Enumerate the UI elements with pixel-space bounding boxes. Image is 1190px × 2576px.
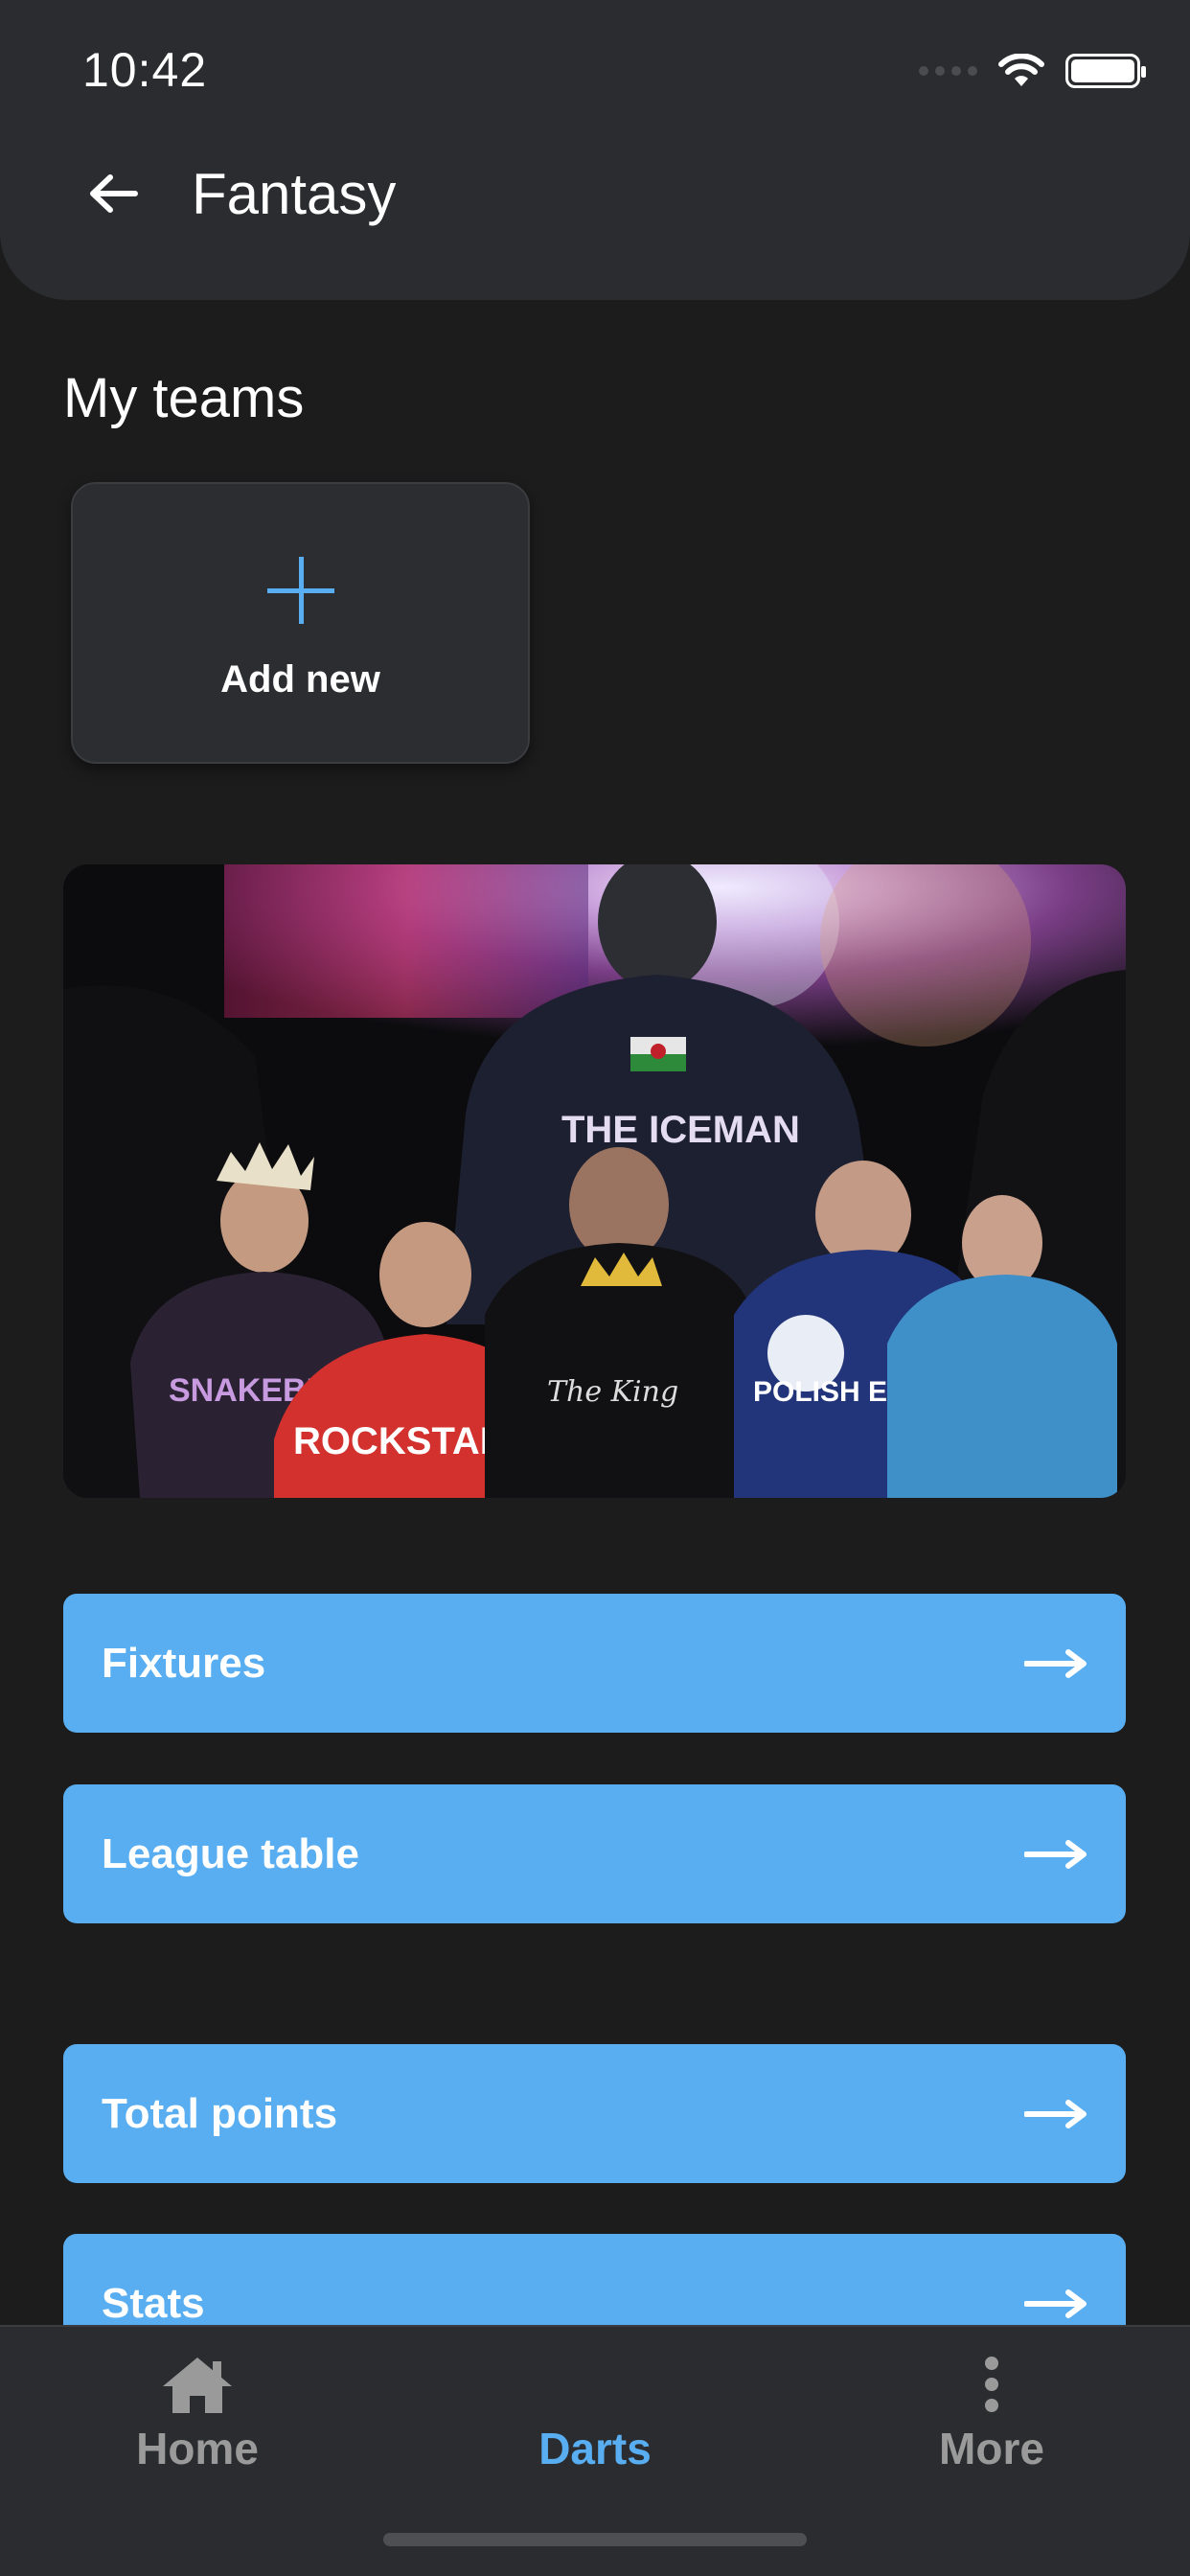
signal-icon [919,66,977,76]
banner-image: THE ICEMAN SNAKEBITE ROCKSTAR The King P… [63,864,1126,1498]
status-icons [919,54,1146,88]
league-table-button[interactable]: League table [63,1784,1126,1923]
soundwave-icon [552,2355,634,2414]
status-time: 10:42 [82,43,208,97]
arrow-right-icon [1024,1648,1087,1678]
wifi-icon [998,54,1044,86]
arrow-right-icon [1024,1839,1087,1869]
shirt-text: THE ICEMAN [561,1109,800,1151]
fantasy-screen: 10:42 Fantasy My teams Add new THE ICEMA… [0,0,1190,2576]
app-header: 10:42 Fantasy [0,0,1190,300]
total-points-button[interactable]: Total points [63,2044,1126,2183]
total-points-label: Total points [102,2089,338,2137]
tab-darts-label: Darts [538,2424,652,2473]
add-new-team-card[interactable]: Add new [71,482,530,764]
arrow-right-icon [1024,2288,1087,2318]
page-title: Fantasy [192,162,397,226]
players-illustration: THE ICEMAN SNAKEBITE ROCKSTAR The King P… [63,864,1126,1498]
tab-more[interactable]: More [848,2354,1135,2474]
arrow-left-icon [90,174,138,213]
vertical-dots-icon [985,2357,998,2412]
tab-home-label: Home [136,2424,259,2473]
fixtures-button[interactable]: Fixtures [63,1594,1126,1733]
house-icon [163,2358,232,2413]
svg-text:ROCKSTAR: ROCKSTAR [293,1420,508,1462]
my-teams-heading: My teams [63,367,305,429]
tab-darts[interactable]: Darts [451,2354,739,2474]
home-indicator[interactable] [383,2533,807,2546]
tab-more-label: More [939,2424,1044,2473]
back-button[interactable] [75,155,151,232]
add-new-label: Add new [220,658,380,701]
tab-home[interactable]: Home [54,2354,341,2474]
svg-text:The King: The King [547,1375,678,1409]
battery-icon [1065,54,1146,88]
arrow-right-icon [1024,2099,1087,2128]
plus-icon [266,557,334,624]
fixtures-label: Fixtures [102,1639,266,1687]
stats-label: Stats [102,2279,205,2327]
league-table-label: League table [102,1829,359,1877]
